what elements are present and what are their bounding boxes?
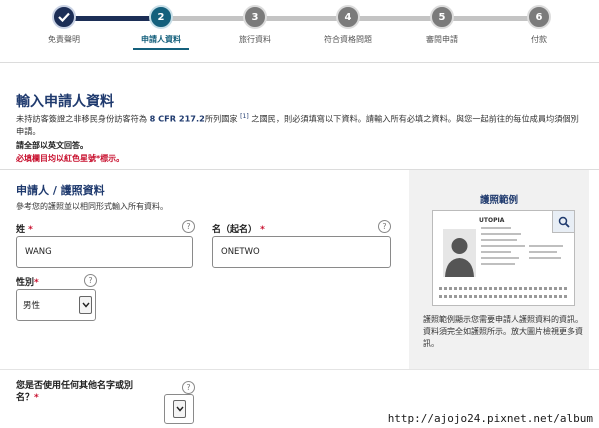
help-icon[interactable]: ? — [378, 220, 391, 233]
divider — [0, 62, 599, 63]
panel-description: 護照範例顯示您需要申請人護照資料的資訊。資料須完全如護照所示。放大圖片檢視更多資… — [423, 315, 583, 348]
step-number: 2 — [149, 5, 173, 29]
current-step-underline — [133, 48, 189, 50]
step-label: 審閱申請 — [426, 35, 458, 44]
surname-label: 姓 * — [16, 222, 33, 235]
other-names-select[interactable] — [164, 394, 194, 424]
person-silhouette-icon — [443, 229, 476, 277]
required-asterisk: * — [260, 225, 265, 235]
given-name-label: 名（起名） * — [212, 222, 265, 235]
step-payment: 6 付款 — [494, 5, 584, 45]
passport-sample-image[interactable]: UTOPIA — [432, 210, 575, 306]
chevron-down-icon — [79, 296, 92, 314]
passport-text-line — [481, 233, 521, 235]
step-travel-info: 3 旅行資料 — [210, 5, 300, 45]
check-icon — [52, 5, 76, 29]
passport-country: UTOPIA — [479, 217, 505, 224]
passport-text-line — [481, 257, 519, 259]
passport-text-line — [481, 239, 517, 241]
step-label: 符合資格問題 — [324, 35, 372, 44]
given-name-input[interactable]: ONETWO — [212, 236, 391, 268]
intro-text-mid: 所列國家 — [204, 113, 241, 124]
step-review: 5 審閱申請 — [397, 5, 487, 45]
watermark-url: http://ajojo24.pixnet.net/album — [385, 412, 595, 425]
gender-label: 性別* — [16, 275, 39, 288]
page-title: 輸入申請人資料 — [16, 94, 114, 110]
step-number: 4 — [336, 5, 360, 29]
gender-label-text: 性別 — [16, 278, 35, 288]
passport-text-line — [481, 251, 511, 253]
section-title: 申請人 / 護照資料 — [16, 184, 105, 197]
passport-text-line — [529, 245, 563, 247]
passport-mrz-line — [439, 287, 568, 290]
intro-text-start: 未持訪客簽證之非移民身份訪客符為 — [16, 113, 150, 124]
help-icon[interactable]: ? — [182, 381, 195, 394]
panel-title: 護照範例 — [479, 195, 518, 206]
section-description: 參考您的護照並以相同形式輸入所有資料。 — [16, 202, 168, 211]
surname-input[interactable]: WANG — [16, 236, 193, 268]
passport-text-line — [529, 251, 557, 253]
step-number: 6 — [527, 5, 551, 29]
required-note: 必填欄目均以紅色星號*標示。 — [16, 154, 125, 163]
help-icon[interactable]: ? — [84, 274, 97, 287]
progress-stepper: 免責聲明 2 申請人資料 3 旅行資料 4 符合資格問題 5 審閱申請 6 付款 — [0, 0, 599, 58]
divider — [0, 369, 599, 370]
intro-text: 未持訪客簽證之非移民身份訪客符為 8 CFR 217.2所列國家 [1] 之國民… — [16, 111, 586, 137]
surname-label-text: 姓 — [16, 225, 26, 235]
passport-text-line — [481, 245, 525, 247]
step-number: 3 — [243, 5, 267, 29]
gender-select[interactable]: 男性 — [16, 289, 96, 321]
magnifier-icon[interactable] — [552, 211, 574, 233]
step-eligibility: 4 符合資格問題 — [303, 5, 393, 45]
gender-selected-value: 男性 — [23, 301, 41, 311]
given-name-label-text: 名（起名） — [212, 225, 258, 235]
other-names-label: 您是否使用任何其他名字或別名？* — [16, 380, 146, 404]
cfr-citation: 8 CFR 217.2 — [149, 113, 205, 124]
footnote-link[interactable]: [1] — [240, 113, 249, 120]
chevron-down-icon — [173, 400, 186, 418]
passport-mrz-line — [439, 295, 568, 298]
step-label: 申請人資料 — [141, 35, 181, 44]
step-label: 免責聲明 — [48, 35, 80, 44]
step-label: 付款 — [531, 35, 547, 44]
passport-text-line — [481, 227, 511, 229]
required-asterisk: * — [34, 278, 39, 288]
required-asterisk: * — [28, 225, 33, 235]
passport-text-line — [481, 263, 515, 265]
help-icon[interactable]: ? — [182, 220, 195, 233]
step-disclaimer[interactable]: 免責聲明 — [19, 5, 109, 45]
english-note: 請全部以英文回答。 — [16, 141, 88, 150]
step-applicant-info[interactable]: 2 申請人資料 — [116, 5, 206, 50]
step-number: 5 — [430, 5, 454, 29]
passport-sample-panel: 護照範例 UTOPIA 護照範例顯示您需要申請人護照資料的資訊。資料須完全如護照… — [409, 170, 589, 369]
step-label: 旅行資料 — [239, 35, 271, 44]
required-asterisk: * — [34, 393, 39, 403]
passport-text-line — [529, 257, 561, 259]
